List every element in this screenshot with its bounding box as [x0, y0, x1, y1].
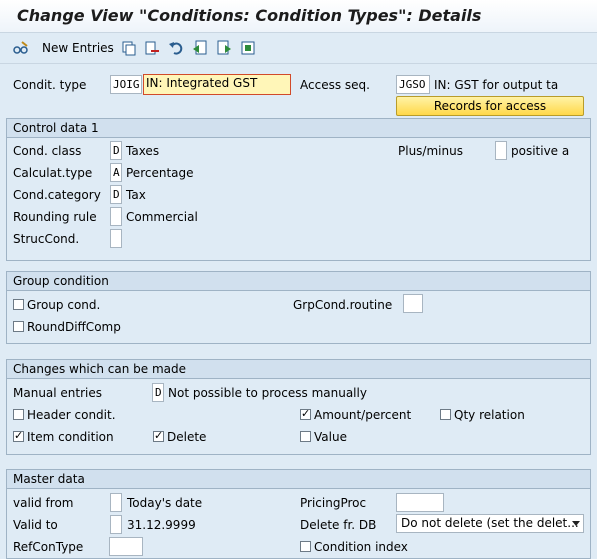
access-seq-label: Access seq.: [300, 78, 370, 92]
access-seq-desc: IN: GST for output ta: [434, 78, 559, 92]
item-condition-checkbox[interactable]: ✓: [13, 429, 24, 442]
condition-index-checkbox[interactable]: [300, 541, 311, 552]
undo-icon[interactable]: [168, 40, 184, 56]
calc-type-field[interactable]: A: [110, 163, 122, 182]
ref-con-type-label: RefConType: [13, 540, 84, 554]
cond-class-label: Cond. class: [13, 144, 82, 158]
valid-to-label: Valid to: [13, 518, 58, 532]
pricing-proc-field[interactable]: [396, 493, 444, 512]
valid-to-field[interactable]: [110, 515, 122, 534]
control-data-title: Control data 1: [13, 121, 99, 135]
header-condit-label: Header condit.: [27, 408, 116, 422]
rounding-rule-field[interactable]: [110, 207, 122, 226]
grp-cond-routine-label: GrpCond.routine: [293, 298, 393, 312]
copy-icon[interactable]: [121, 40, 137, 56]
group-cond-label: Group cond.: [27, 298, 101, 312]
rounding-rule-label: Rounding rule: [13, 210, 97, 224]
select-all-icon[interactable]: [240, 40, 256, 56]
chevron-down-icon: [572, 521, 580, 526]
next-entry-icon[interactable]: [216, 40, 232, 56]
struc-cond-field[interactable]: [110, 229, 122, 248]
delete-checkbox[interactable]: ✓: [153, 429, 164, 442]
round-diff-comp-label: RoundDiffComp: [27, 320, 121, 334]
checkmark-icon: ✓: [301, 407, 311, 420]
master-data-title: Master data: [13, 472, 85, 486]
manual-entries-label: Manual entries: [13, 386, 103, 400]
struc-cond-label: StrucCond.: [13, 232, 80, 246]
master-data-header: Master data: [7, 470, 590, 489]
changes-header: Changes which can be made: [7, 360, 590, 379]
delete-icon[interactable]: [144, 40, 160, 56]
previous-entry-icon[interactable]: [192, 40, 208, 56]
records-for-access-button[interactable]: Records for access: [396, 96, 584, 116]
checkmark-icon: ✓: [14, 429, 24, 442]
glasses-edit-icon[interactable]: [13, 40, 29, 56]
condit-type-code-field[interactable]: JOIG: [110, 75, 142, 94]
plus-minus-field[interactable]: [495, 141, 507, 160]
title-bar: Change View "Conditions: Condition Types…: [0, 0, 597, 33]
condition-index-label: Condition index: [314, 540, 408, 554]
delete-fr-db-label: Delete fr. DB: [300, 518, 377, 532]
manual-entries-text: Not possible to process manually: [168, 386, 367, 400]
page-title: Change View "Conditions: Condition Types…: [17, 6, 482, 25]
header-condit-checkbox[interactable]: [13, 409, 24, 420]
round-diff-comp-checkbox[interactable]: [13, 321, 24, 332]
pricing-proc-label: PricingProc: [300, 496, 367, 510]
condit-type-label: Condit. type: [13, 78, 87, 92]
manual-entries-field[interactable]: D: [152, 383, 164, 402]
cond-category-field[interactable]: D: [110, 185, 122, 204]
valid-to-text: 31.12.9999: [127, 518, 196, 532]
grp-cond-routine-field[interactable]: [403, 294, 423, 313]
delete-label: Delete: [167, 430, 207, 444]
application-toolbar: New Entries: [0, 33, 597, 64]
group-condition-header: Group condition: [7, 272, 590, 291]
cond-class-field[interactable]: D: [110, 141, 122, 160]
valid-from-label: valid from: [13, 496, 74, 510]
cond-class-text: Taxes: [126, 144, 160, 158]
new-entries-button[interactable]: New Entries: [42, 41, 114, 55]
calc-type-label: Calculat.type: [13, 166, 93, 180]
cond-category-text: Tax: [126, 188, 146, 202]
calc-type-text: Percentage: [126, 166, 194, 180]
plus-minus-label: Plus/minus: [398, 144, 463, 158]
qty-relation-checkbox[interactable]: [440, 409, 451, 420]
delete-fr-db-value: Do not delete (set the delet...: [401, 516, 579, 530]
qty-relation-label: Qty relation: [454, 408, 525, 422]
group-cond-checkbox[interactable]: [13, 299, 24, 310]
plus-minus-text: positive a: [511, 144, 570, 158]
value-label: Value: [314, 430, 347, 444]
valid-from-field[interactable]: [110, 493, 122, 512]
checkmark-icon: ✓: [154, 429, 164, 442]
valid-from-text: Today's date: [127, 496, 203, 510]
group-condition-title: Group condition: [13, 274, 109, 288]
rounding-rule-text: Commercial: [126, 210, 198, 224]
amount-percent-label: Amount/percent: [314, 408, 412, 422]
control-data-header: Control data 1: [7, 119, 590, 138]
access-seq-code-field[interactable]: JGSO: [396, 75, 430, 94]
item-condition-label: Item condition: [27, 430, 114, 444]
value-checkbox[interactable]: [300, 431, 311, 442]
changes-title: Changes which can be made: [13, 362, 187, 376]
cond-category-label: Cond.category: [13, 188, 101, 202]
ref-con-type-field[interactable]: [109, 537, 143, 556]
amount-percent-checkbox[interactable]: ✓: [300, 407, 311, 420]
condit-type-desc-field[interactable]: IN: Integrated GST: [143, 74, 291, 95]
delete-fr-db-dropdown[interactable]: Do not delete (set the delet...: [396, 514, 584, 533]
